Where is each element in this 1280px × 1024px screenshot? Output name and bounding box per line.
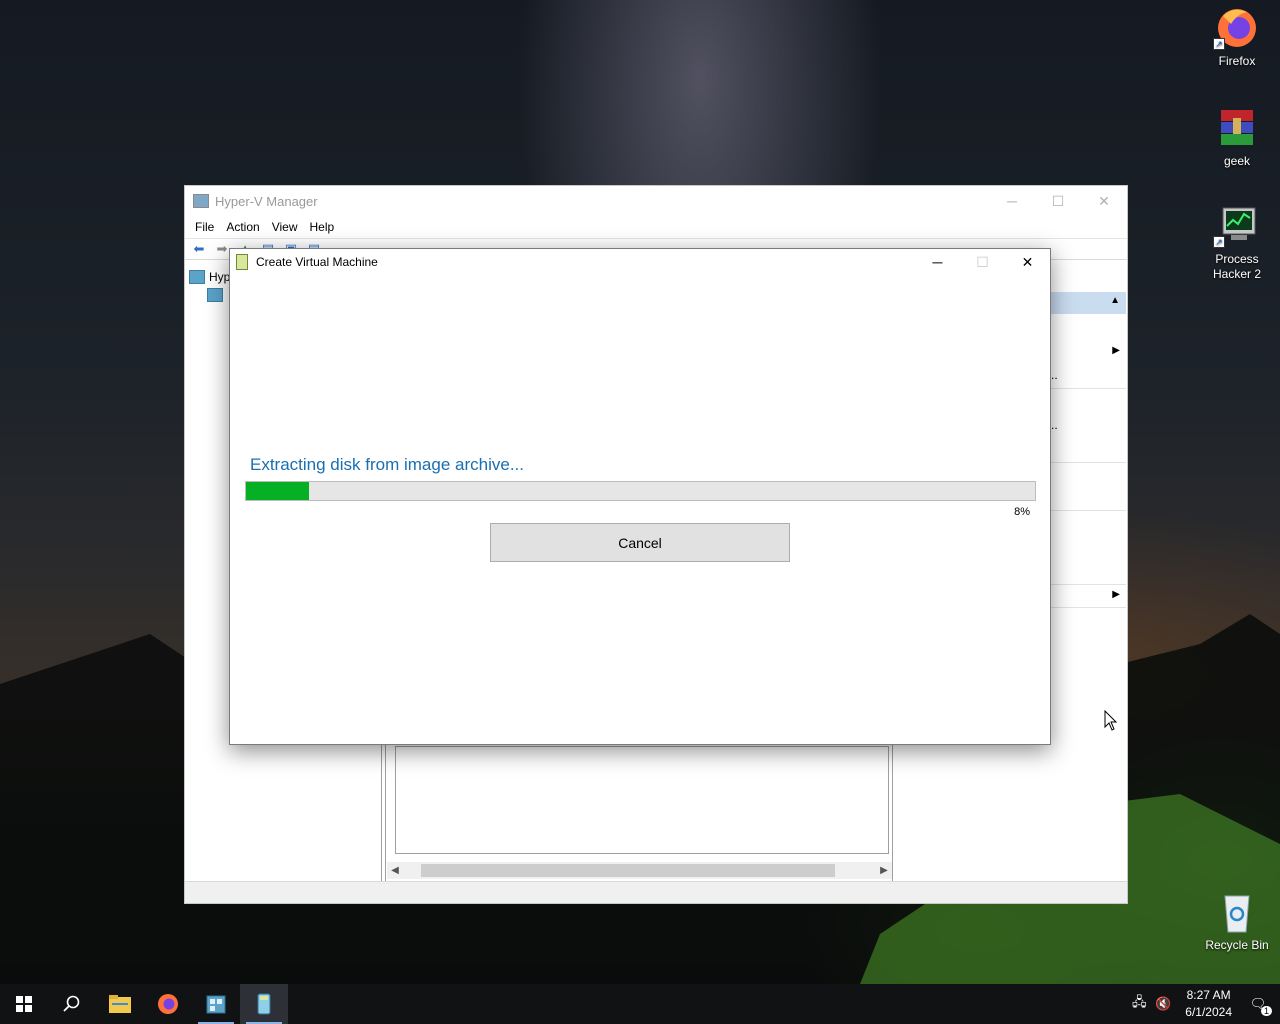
desktop-icon-process-hacker[interactable]: ↗ Process Hacker 2 bbox=[1201, 204, 1273, 282]
tree-root-label: Hyp bbox=[209, 270, 231, 284]
windows-logo-icon bbox=[16, 996, 32, 1012]
menu-help[interactable]: Help bbox=[304, 220, 341, 234]
winrar-archive-icon bbox=[1213, 106, 1261, 150]
desktop-icon-firefox[interactable]: ↗ Firefox bbox=[1201, 6, 1273, 69]
hyperv-title: Hyper-V Manager bbox=[215, 193, 318, 209]
hyperv-menubar: File Action View Help bbox=[185, 216, 1127, 238]
actions-pane: ▲ ▶ .. .. ▶ bbox=[1051, 262, 1128, 881]
desktop-icon-geek[interactable]: geek bbox=[1201, 106, 1273, 169]
submenu-arrow-icon[interactable]: ▶ bbox=[1112, 589, 1120, 600]
desktop-icon-label: Process Hacker 2 bbox=[1212, 252, 1262, 281]
scroll-right-icon[interactable]: ▶ bbox=[876, 865, 892, 876]
action-divider bbox=[1051, 462, 1126, 463]
progress-percent-label: 8% bbox=[1014, 506, 1030, 518]
server-icon bbox=[207, 288, 223, 302]
action-divider bbox=[1051, 388, 1126, 389]
system-tray: 🖧 🔇 8:27 AM 6/1/2024 🗨 1 bbox=[1127, 984, 1280, 1024]
maximize-icon: ☐ bbox=[976, 254, 989, 270]
taskbar: 🖧 🔇 8:27 AM 6/1/2024 🗨 1 bbox=[0, 984, 1280, 1024]
close-icon[interactable]: ✕ bbox=[1081, 193, 1127, 210]
recycle-bin-icon bbox=[1213, 890, 1261, 934]
hyperv-manager-icon bbox=[193, 194, 209, 208]
menu-view[interactable]: View bbox=[266, 220, 304, 234]
process-hacker-icon: ↗ bbox=[1213, 204, 1261, 248]
notifications-icon[interactable]: 🗨 1 bbox=[1246, 996, 1272, 1016]
create-vm-icon bbox=[257, 993, 271, 1015]
action-item-truncated[interactable]: .. bbox=[1051, 368, 1058, 382]
close-icon[interactable]: ✕ bbox=[1005, 249, 1050, 275]
mouse-cursor-icon bbox=[1104, 710, 1118, 731]
file-explorer-icon bbox=[109, 995, 131, 1013]
progress-bar-fill bbox=[246, 482, 310, 500]
back-arrow-icon[interactable]: ⬅ bbox=[189, 241, 209, 257]
taskbar-firefox[interactable] bbox=[144, 984, 192, 1024]
taskbar-file-explorer[interactable] bbox=[96, 984, 144, 1024]
submenu-arrow-icon[interactable]: ▶ bbox=[1112, 345, 1120, 356]
hyperv-manager-icon bbox=[206, 995, 226, 1014]
vm-details-panel bbox=[395, 746, 889, 854]
progress-bar bbox=[245, 481, 1036, 501]
taskbar-hyperv-manager[interactable] bbox=[192, 984, 240, 1024]
action-divider bbox=[1051, 607, 1126, 608]
hyperv-titlebar[interactable]: Hyper-V Manager ─ ☐ ✕ bbox=[185, 186, 1127, 216]
scrollbar-thumb[interactable] bbox=[421, 864, 835, 877]
notification-count-badge: 1 bbox=[1260, 1006, 1272, 1016]
maximize-icon[interactable]: ☐ bbox=[1035, 193, 1081, 210]
firefox-icon: ↗ bbox=[1213, 6, 1261, 50]
collapse-up-icon[interactable]: ▲ bbox=[1110, 295, 1120, 306]
cancel-button[interactable]: Cancel bbox=[490, 523, 790, 562]
desktop-icon-label: geek bbox=[1223, 154, 1251, 168]
progress-status-text: Extracting disk from image archive... bbox=[250, 455, 524, 474]
action-item-truncated[interactable]: .. bbox=[1051, 418, 1058, 432]
network-icon[interactable]: 🖧 bbox=[1127, 993, 1151, 1015]
menu-file[interactable]: File bbox=[189, 220, 220, 234]
horizontal-scrollbar[interactable]: ◀ ▶ bbox=[387, 862, 892, 879]
action-divider bbox=[1051, 584, 1126, 585]
desktop-icon-recycle-bin[interactable]: Recycle Bin bbox=[1201, 890, 1273, 953]
search-button[interactable] bbox=[48, 984, 96, 1024]
create-vm-icon bbox=[236, 254, 248, 270]
dialog-titlebar[interactable]: Create Virtual Machine ─ ☐ ✕ bbox=[230, 249, 1050, 275]
search-icon bbox=[63, 995, 80, 1012]
menu-action[interactable]: Action bbox=[220, 220, 265, 234]
clock[interactable]: 8:27 AM 6/1/2024 bbox=[1185, 987, 1232, 1021]
start-button[interactable] bbox=[0, 984, 48, 1024]
clock-time: 8:27 AM bbox=[1186, 988, 1231, 1002]
shortcut-arrow-icon: ↗ bbox=[1213, 236, 1225, 248]
scroll-left-icon[interactable]: ◀ bbox=[387, 865, 403, 876]
desktop-icon-label: Firefox bbox=[1218, 54, 1256, 68]
dialog-title: Create Virtual Machine bbox=[256, 255, 378, 269]
volume-muted-icon[interactable]: 🔇 bbox=[1151, 996, 1175, 1012]
firefox-icon bbox=[158, 994, 178, 1014]
create-vm-dialog[interactable]: Create Virtual Machine ─ ☐ ✕ Extracting … bbox=[229, 248, 1051, 745]
minimize-icon[interactable]: ─ bbox=[915, 249, 960, 275]
action-divider bbox=[1051, 510, 1126, 511]
status-bar bbox=[185, 881, 1127, 903]
actions-header[interactable]: ▲ bbox=[1051, 292, 1126, 314]
taskbar-create-vm[interactable] bbox=[240, 984, 288, 1024]
desktop-icon-label: Recycle Bin bbox=[1205, 938, 1269, 952]
clock-date: 6/1/2024 bbox=[1185, 1005, 1232, 1019]
minimize-icon[interactable]: ─ bbox=[989, 193, 1035, 210]
hyperv-manager-icon bbox=[189, 270, 205, 284]
shortcut-arrow-icon: ↗ bbox=[1213, 38, 1225, 50]
